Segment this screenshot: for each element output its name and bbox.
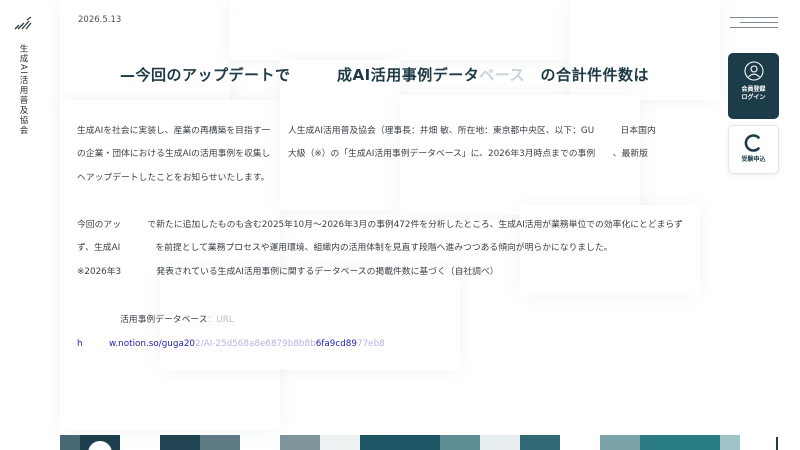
menu-line: [730, 17, 778, 18]
menu-line: [740, 22, 778, 23]
apply-label: 受験申込: [741, 156, 766, 163]
text-span-faded: [594, 126, 620, 136]
database-url-link[interactable]: h w.notion.so/guga202/AI-25d568a8e6879b8…: [77, 336, 385, 349]
text-span-faded: [121, 220, 147, 230]
title-part: 成AI活用事例データ: [337, 66, 480, 84]
login-label-line: ログイン: [741, 94, 766, 101]
text-span-faded: [270, 126, 288, 136]
text-span-faded: [121, 267, 156, 277]
thumbnail-strip-tile: [60, 435, 80, 450]
text-span: 生成AI活用が業務単位での効率化にとどまらず: [498, 220, 683, 230]
hamburger-menu-icon[interactable]: [728, 17, 778, 31]
body-paragraph: へアップデートしたことをお知らせいたします。: [77, 173, 270, 183]
body-paragraph: 今回のアッ で新たに追加したものも含む2025年10月〜2026年3月の事例47…: [77, 217, 683, 230]
text-span: 人生成AI活用普及協会（理事長：井畑 敏、所在地：東京都中央区、以下：GU: [287, 126, 595, 136]
body-paragraph: ず、生成AI を前提として業務プロセスや運用環境、組織内の活用体制を見直す段階へ…: [77, 240, 613, 253]
member-login-button[interactable]: 会員登録 ログイン: [728, 53, 779, 119]
text-span: で新たに追加したものも含む2025年10月〜2026年3月の事例472件を分析し…: [147, 220, 499, 230]
text-span: 発表されている生成AI活用事例に関するデータベースの掲載件数に基づく（自社調べ）: [156, 267, 499, 277]
text-span-faded: [83, 339, 109, 349]
database-label: 活用事例データベース：URL: [120, 312, 234, 325]
title-part: の合計件: [540, 66, 603, 84]
text-span-faded: 2/AI-25d568a8e68: [195, 339, 277, 349]
login-label-line: 会員登録: [741, 86, 766, 93]
text-span: w.notion.so/guga20: [108, 339, 196, 349]
scroll-edge-indicator: [776, 437, 778, 450]
bg-panel: [570, 0, 720, 100]
thumbnail-strip-tile: [280, 435, 320, 450]
bg-panel: [230, 0, 570, 60]
title-part-faded: [525, 66, 541, 84]
thumbnail-strip-tile: [720, 435, 740, 450]
text-span: 6fa9cd89: [315, 339, 357, 349]
text-span-faded: [595, 149, 613, 159]
crescent-logo-icon: [744, 134, 760, 152]
text-span: 大級（※）の「生成AI活用事例データベース」に、2026年3月時点までの事例: [287, 149, 596, 159]
org-name-vertical: 生成AI活用普及協会: [18, 44, 28, 136]
text-span-faded: 77eb8: [356, 339, 385, 349]
body-paragraph: の企業・団体における生成AIの活用事例を収集し 大級（※）の「生成AI活用事例デ…: [77, 146, 648, 159]
page-title: —今回のアップデートで 成AI活用事例データベース の合計件件数は: [120, 64, 649, 85]
thumbnail-strip-tile: [440, 435, 480, 450]
thumbnail-strip-tile: [600, 435, 640, 450]
exam-apply-button[interactable]: 受験申込: [728, 125, 779, 174]
text-span-faded: [270, 149, 288, 159]
thumbnail-strip-tile: [200, 435, 240, 450]
footnote: ※2026年3 発表されている生成AI活用事例に関するデータベースの掲載件数に基…: [77, 264, 499, 277]
text-span: の企業・団体における生成AIの活用事例を収集し: [77, 149, 271, 159]
title-part: —今回のアップデートで: [120, 66, 291, 84]
publish-date: 2026.5.13: [78, 15, 122, 25]
thumbnail-strip-tile: [160, 435, 200, 450]
thumbnail-strip-tile: [480, 435, 520, 450]
text-span: 生成AIを社会に実装し、産業の再構築を目指す一: [77, 126, 271, 136]
body-paragraph: 生成AIを社会に実装し、産業の再構築を目指す一 人生成AI活用普及協会（理事長：…: [77, 123, 656, 136]
text-span: ※2026年3: [77, 267, 122, 277]
thumbnail-strip-tile: [360, 435, 440, 450]
text-span: 、最新版: [612, 149, 648, 159]
title-part: 件数は: [602, 66, 650, 84]
thumbnail-strip-tile: [640, 435, 720, 450]
title-part-faded: ベース: [479, 66, 525, 84]
thumbnail-strip-tile: [520, 435, 560, 450]
text-span-faded: 79b8b8b: [276, 339, 316, 349]
title-part-faded: [291, 66, 338, 84]
text-span: 活用事例データベース: [120, 315, 208, 325]
text-span: 今回のアッ: [77, 220, 121, 230]
menu-line: [730, 27, 778, 28]
text-span-faded: ：URL: [207, 315, 234, 325]
login-label: 会員登録 ログイン: [741, 86, 765, 102]
text-span: 日本国内: [620, 126, 656, 136]
text-span: を前提として業務プロセスや運用環境、組織内の活用体制を見直す段階へ進みつつある傾…: [155, 243, 613, 253]
text-span: ず、生成AI: [77, 243, 121, 253]
site-logo-icon[interactable]: [14, 16, 32, 30]
user-icon: [743, 61, 764, 81]
text-span-faded: [120, 243, 155, 253]
thumbnail-strip-tile: [320, 435, 360, 450]
